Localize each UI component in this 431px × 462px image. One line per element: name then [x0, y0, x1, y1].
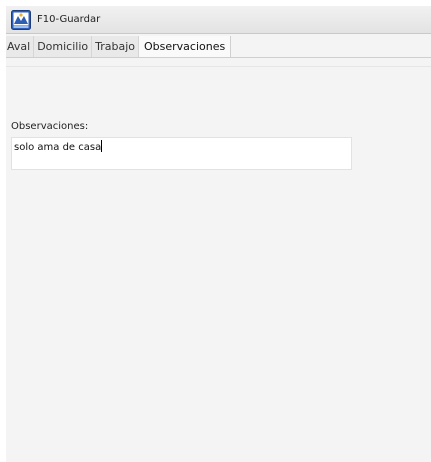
tab-observaciones-label: Observaciones [143, 40, 226, 53]
toolbar: F10-Guardar [6, 6, 431, 34]
form-window: F10-Guardar Aval Domicilio Trabajo Obser… [6, 6, 431, 462]
tab-bar: Aval Domicilio Trabajo Observaciones [6, 36, 431, 58]
save-app-icon [11, 9, 31, 30]
observaciones-label: Observaciones: [11, 121, 89, 132]
save-button[interactable]: F10-Guardar [9, 8, 104, 31]
panel-divider [6, 66, 431, 67]
tab-domicilio-label: Domicilio [37, 40, 89, 53]
tab-trabajo-label: Trabajo [95, 40, 135, 53]
tab-aval[interactable]: Aval [6, 36, 35, 57]
tab-domicilio[interactable]: Domicilio [34, 36, 93, 57]
observaciones-textarea[interactable]: solo ama de casa [11, 137, 352, 170]
observaciones-text: solo ama de casa [14, 142, 102, 153]
save-button-label: F10-Guardar [37, 14, 101, 25]
tab-trabajo[interactable]: Trabajo [92, 36, 139, 57]
tab-aval-label: Aval [7, 40, 31, 53]
tab-observaciones[interactable]: Observaciones [138, 36, 232, 57]
text-caret [101, 140, 103, 152]
